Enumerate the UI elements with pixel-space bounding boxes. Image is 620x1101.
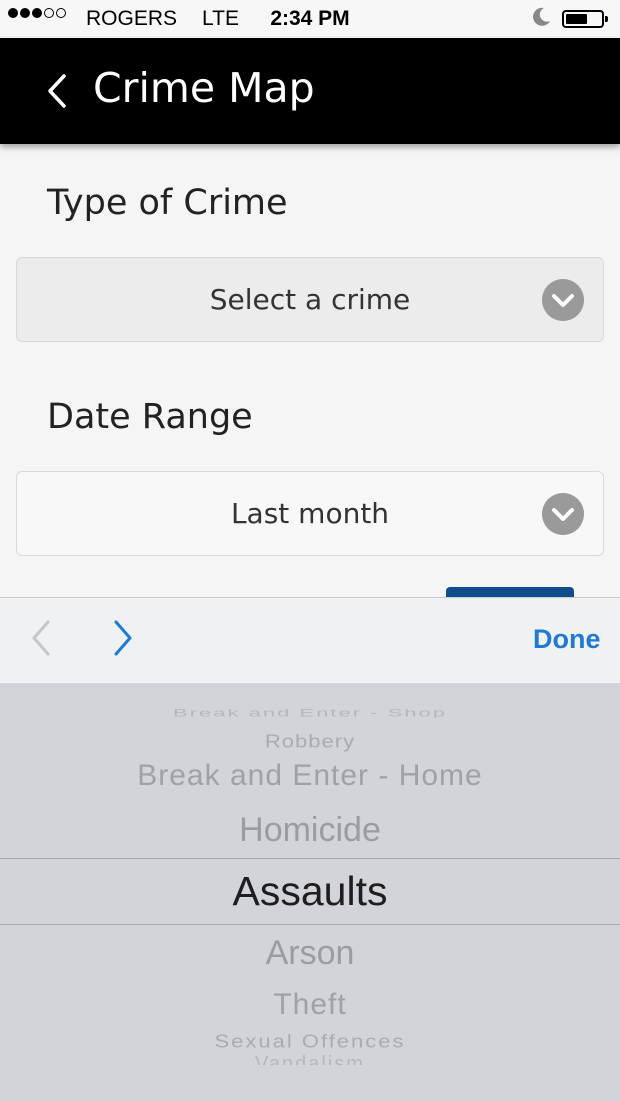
- next-field-chevron-icon[interactable]: [110, 618, 136, 658]
- picker-item[interactable]: Vandalism: [0, 1053, 620, 1065]
- picker-item[interactable]: Break and Enter - Home: [0, 759, 620, 793]
- crime-type-value: Select a crime: [209, 283, 411, 316]
- done-button[interactable]: Done: [533, 624, 601, 655]
- picker-item[interactable]: Robbery: [0, 731, 620, 752]
- date-range-label: Date Range: [47, 397, 253, 437]
- page-title: Crime Map: [93, 64, 315, 112]
- battery-icon: [562, 10, 608, 28]
- app-header: Crime Map: [0, 38, 620, 144]
- back-chevron-icon[interactable]: [40, 68, 80, 114]
- status-bar: ROGERS LTE 2:34 PM: [0, 0, 620, 38]
- clock: 2:34 PM: [270, 7, 350, 30]
- chevron-down-icon: [542, 493, 584, 535]
- date-range-value: Last month: [230, 497, 390, 530]
- crime-type-select[interactable]: Select a crime: [16, 257, 604, 342]
- do-not-disturb-moon-icon: [533, 7, 550, 26]
- picker-item[interactable]: Homicide: [0, 811, 620, 850]
- picker-item[interactable]: Break and Enter - Shop: [0, 709, 620, 718]
- picker-item[interactable]: Arson: [0, 934, 620, 973]
- picker-toolbar: Done: [0, 597, 620, 684]
- previous-field-chevron-icon[interactable]: [28, 618, 54, 658]
- picker-item[interactable]: Sexual Offences: [0, 1031, 620, 1052]
- picker-item[interactable]: Theft: [0, 988, 620, 1022]
- picker-item-selected[interactable]: Assaults: [0, 868, 620, 915]
- chevron-down-icon: [542, 279, 584, 321]
- crime-type-label: Type of Crime: [47, 183, 288, 223]
- date-range-select[interactable]: Last month: [16, 471, 604, 556]
- crime-picker-wheel[interactable]: Break and Enter - Shop Robbery Break and…: [0, 683, 620, 1101]
